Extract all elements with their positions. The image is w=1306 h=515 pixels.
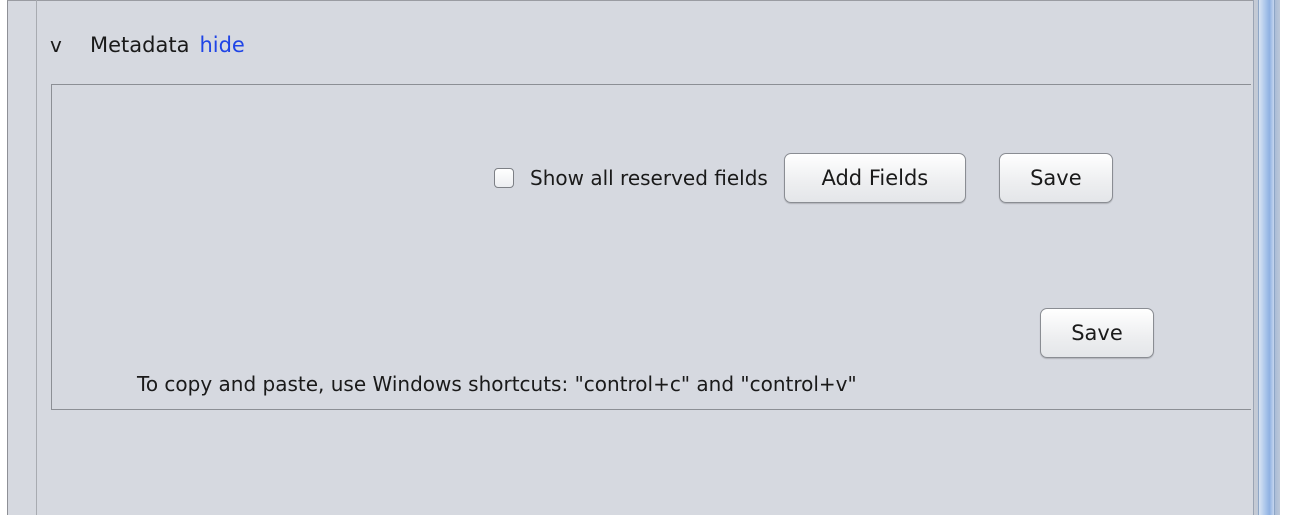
collapse-toggle-icon[interactable]: v (50, 33, 72, 57)
add-fields-button[interactable]: Add Fields (783, 153, 966, 203)
vertical-scrollbar-thumb[interactable] (1258, 0, 1275, 515)
hide-link[interactable]: hide (199, 33, 244, 57)
metadata-toolbar: Show all reserved fields Add Fields Save (494, 153, 1113, 203)
window-edge (1280, 0, 1306, 515)
metadata-content-box (51, 84, 1251, 410)
save-button-bottom[interactable]: Save (1040, 308, 1154, 358)
left-divider (36, 0, 37, 515)
metadata-section-header: v Metadata hide (50, 29, 245, 61)
save-button-top[interactable]: Save (998, 153, 1113, 203)
section-title: Metadata (90, 33, 190, 57)
show-reserved-fields-checkbox[interactable] (494, 168, 514, 188)
copy-paste-hint: To copy and paste, use Windows shortcuts… (137, 372, 857, 396)
show-reserved-fields-label[interactable]: Show all reserved fields (530, 166, 768, 190)
app-window: v Metadata hide Show all reserved fields… (0, 0, 1306, 515)
